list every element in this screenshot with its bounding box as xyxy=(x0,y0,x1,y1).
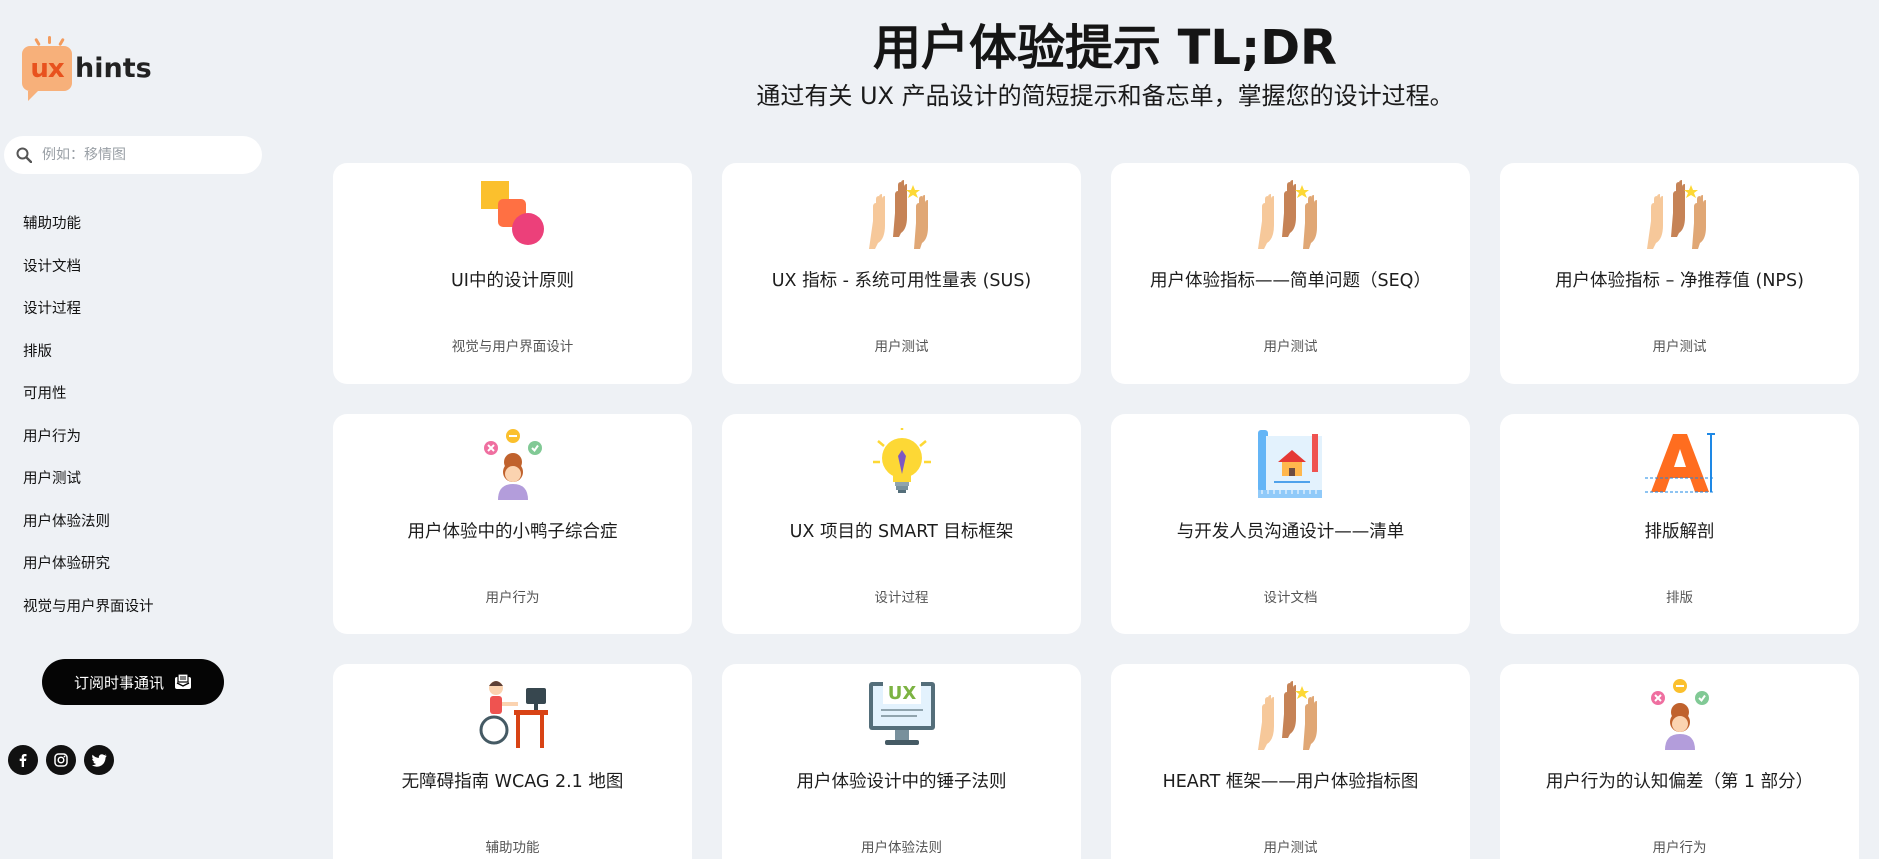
category-nav: 辅助功能 设计文档 设计过程 排版 可用性 用户行为 用户测试 用户体验法则 用… xyxy=(23,208,154,633)
card-category: 用户测试 xyxy=(874,339,929,355)
card-title: UX 项目的 SMART 目标框架 xyxy=(789,522,1014,542)
card-nps[interactable]: 用户体验指标 – 净推荐值 (NPS) 用户测试 xyxy=(1500,163,1859,384)
card-category: 用户测试 xyxy=(1263,840,1318,856)
card-hammer-law[interactable]: UX 用户体验设计中的锤子法则 用户体验法则 xyxy=(722,664,1081,859)
wheelchair-desk-icon xyxy=(479,681,548,748)
card-wcag-map[interactable]: 无障碍指南 WCAG 2.1 地图 辅助功能 xyxy=(333,664,692,859)
nav-item-accessibility[interactable]: 辅助功能 xyxy=(23,208,154,251)
card-title: 用户体验指标 – 净推荐值 (NPS) xyxy=(1555,271,1804,291)
card-category: 用户测试 xyxy=(1263,339,1318,355)
raised-hands-icon xyxy=(1257,180,1317,249)
nav-item-ux-laws[interactable]: 用户体验法则 xyxy=(23,506,154,549)
card-category: 用户行为 xyxy=(485,590,540,606)
instagram-icon[interactable] xyxy=(46,745,76,775)
card-title: 无障碍指南 WCAG 2.1 地图 xyxy=(401,772,624,792)
card-design-principles[interactable]: UI中的设计原则 视觉与用户界面设计 xyxy=(333,163,692,384)
card-category: 用户体验法则 xyxy=(861,840,942,856)
raised-hands-icon xyxy=(868,180,928,249)
sidebar: ux hints 辅助功能 设计文档 设计过程 排版 可用性 用户行为 用户测试… xyxy=(0,0,270,859)
page-subtitle: 通过有关 UX 产品设计的简短提示和备忘单，掌握您的设计过程。 xyxy=(756,82,1454,110)
card-category: 辅助功能 xyxy=(485,840,540,856)
card-category: 视觉与用户界面设计 xyxy=(451,339,574,355)
card-cognitive-bias-1[interactable]: 用户行为的认知偏差（第 1 部分） 用户行为 xyxy=(1500,664,1859,859)
nav-item-usability[interactable]: 可用性 xyxy=(23,378,154,421)
ux-monitor-icon: UX xyxy=(868,680,935,745)
card-heart-framework[interactable]: HEART 框架——用户体验指标图 用户测试 xyxy=(1111,664,1470,859)
subscribe-button[interactable]: 订阅时事通讯 xyxy=(42,659,224,705)
nav-item-typography[interactable]: 排版 xyxy=(23,336,154,379)
girl-choices-icon xyxy=(483,429,542,500)
social-links xyxy=(8,745,114,775)
card-title: 与开发人员沟通设计——清单 xyxy=(1176,522,1405,542)
card-dev-handoff[interactable]: 与开发人员沟通设计——清单 设计文档 xyxy=(1111,414,1470,634)
subscribe-label: 订阅时事通讯 xyxy=(73,673,164,692)
card-typography-anatomy[interactable]: 排版解剖 排版 xyxy=(1500,414,1859,634)
card-category: 用户行为 xyxy=(1652,840,1707,856)
nav-item-design-process[interactable]: 设计过程 xyxy=(23,293,154,336)
card-title: 用户体验设计中的锤子法则 xyxy=(796,772,1007,792)
girl-choices-icon xyxy=(1650,679,1709,750)
search-box xyxy=(4,136,262,174)
raised-hands-icon xyxy=(1257,681,1317,750)
card-title: HEART 框架——用户体验指标图 xyxy=(1162,772,1419,792)
card-smart-goals[interactable]: UX 项目的 SMART 目标框架 设计过程 xyxy=(722,414,1081,634)
card-seq[interactable]: 用户体验指标——简单问题（SEQ） 用户测试 xyxy=(1111,163,1470,384)
letter-a-icon xyxy=(1644,433,1715,493)
search-icon xyxy=(16,147,32,163)
card-title: UX 指标 - 系统可用性量表 (SUS) xyxy=(771,271,1032,291)
card-title: 用户行为的认知偏差（第 1 部分） xyxy=(1545,772,1814,792)
page-title: 用户体验提示 TL;DR xyxy=(872,20,1338,76)
nav-item-user-testing[interactable]: 用户测试 xyxy=(23,463,154,506)
shapes-icon xyxy=(480,181,544,245)
card-title: 用户体验中的小鸭子综合症 xyxy=(407,522,618,542)
card-title: UI中的设计原则 xyxy=(451,271,574,291)
nav-item-design-docs[interactable]: 设计文档 xyxy=(23,251,154,294)
card-sus[interactable]: UX 指标 - 系统可用性量表 (SUS) 用户测试 xyxy=(722,163,1081,384)
nav-item-user-behavior[interactable]: 用户行为 xyxy=(23,421,154,464)
card-category: 排版 xyxy=(1666,590,1693,606)
card-title: 用户体验指标——简单问题（SEQ） xyxy=(1150,271,1431,291)
card-category: 设计过程 xyxy=(874,590,929,606)
search-input[interactable] xyxy=(42,147,242,163)
svg-text:UX: UX xyxy=(887,683,916,704)
twitter-icon[interactable] xyxy=(84,745,114,775)
lightbulb-icon xyxy=(872,428,931,493)
mailbox-icon xyxy=(175,674,191,689)
card-category: 设计文档 xyxy=(1263,590,1318,606)
card-title: 排版解剖 xyxy=(1644,522,1715,542)
nav-item-ux-research[interactable]: 用户体验研究 xyxy=(23,548,154,591)
card-category: 用户测试 xyxy=(1652,339,1707,355)
blueprint-house-icon xyxy=(1257,430,1322,498)
card-duckling-syndrome[interactable]: 用户体验中的小鸭子综合症 用户行为 xyxy=(333,414,692,634)
raised-hands-icon xyxy=(1646,180,1706,249)
facebook-icon[interactable] xyxy=(8,745,38,775)
nav-item-visual-ui[interactable]: 视觉与用户界面设计 xyxy=(23,591,154,634)
